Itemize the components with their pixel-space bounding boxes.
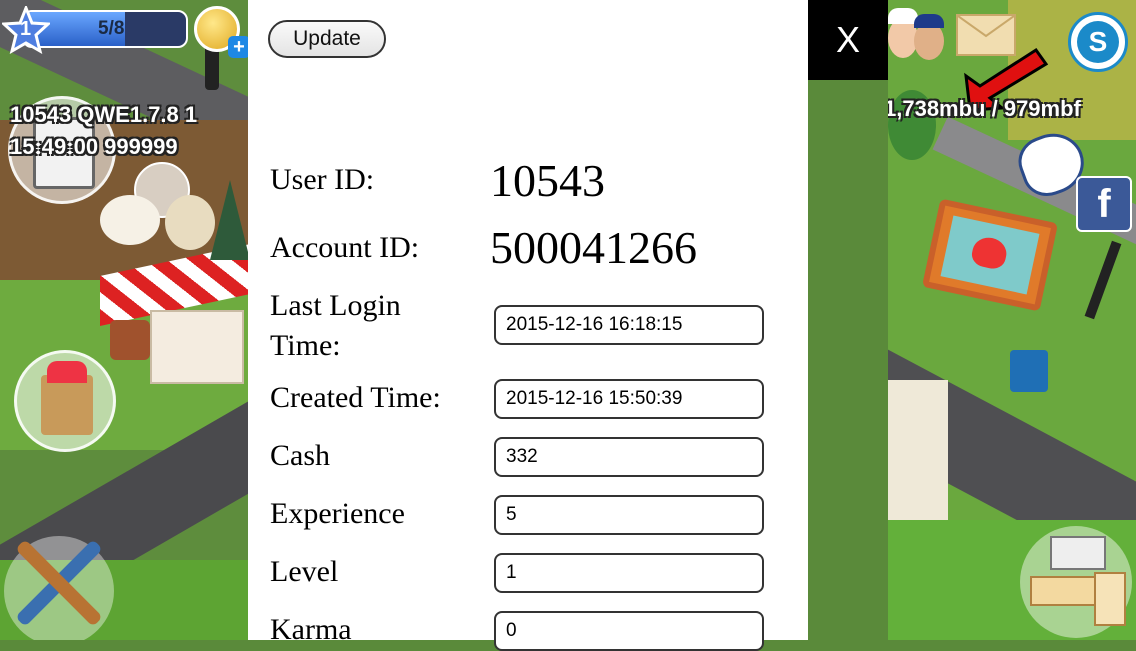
created-time-field[interactable] (494, 379, 764, 419)
account-id-value: 500041266 (490, 222, 697, 273)
resources-text: 1,738mbu / 979mbf (888, 96, 1081, 121)
last-login-label-cont: Time: (270, 329, 341, 362)
game-scene-right[interactable]: S 1,738mbu / 979mbf f (888, 0, 1136, 640)
furniture-icon[interactable] (1020, 526, 1132, 638)
last-login-label: Last Login (270, 289, 401, 322)
user-id-label: User ID: (270, 163, 375, 196)
debug-line-2: 15:49:00 999999 (10, 134, 178, 159)
close-button[interactable]: X (808, 0, 888, 80)
social-s-icon[interactable]: S (1068, 12, 1128, 72)
update-button[interactable]: Update (268, 20, 386, 58)
last-login-field[interactable] (494, 305, 764, 345)
level-field[interactable] (494, 553, 764, 593)
facebook-icon[interactable]: f (1076, 176, 1132, 232)
friends-icon[interactable] (888, 8, 948, 64)
karma-label: Karma (270, 613, 352, 646)
experience-label: Experience (270, 497, 405, 530)
experience-field[interactable] (494, 495, 764, 535)
energy-text: 5/8 (98, 18, 125, 39)
trash-bin (1010, 350, 1048, 392)
cash-label: Cash (270, 439, 330, 472)
star-level-icon[interactable]: 1 (0, 3, 52, 55)
level-label: Level (270, 555, 339, 588)
cash-field[interactable] (494, 437, 764, 477)
karma-field[interactable] (494, 611, 764, 651)
account-id-label: Account ID: (270, 231, 420, 264)
grocery-bag-icon[interactable] (14, 350, 116, 452)
user-id-value: 10543 (490, 155, 605, 206)
game-scene-left[interactable]: 5/8 1 + 10543 QWE1.7.8 1 15:49:00 999999 (0, 0, 248, 640)
level-number: 1 (20, 18, 32, 40)
plus-icon[interactable]: + (228, 36, 248, 58)
spatula-spoon-icon[interactable] (0, 526, 118, 640)
debug-line-1: 10543 QWE1.7.8 1 (10, 102, 198, 127)
created-time-label: Created Time: (270, 381, 441, 414)
